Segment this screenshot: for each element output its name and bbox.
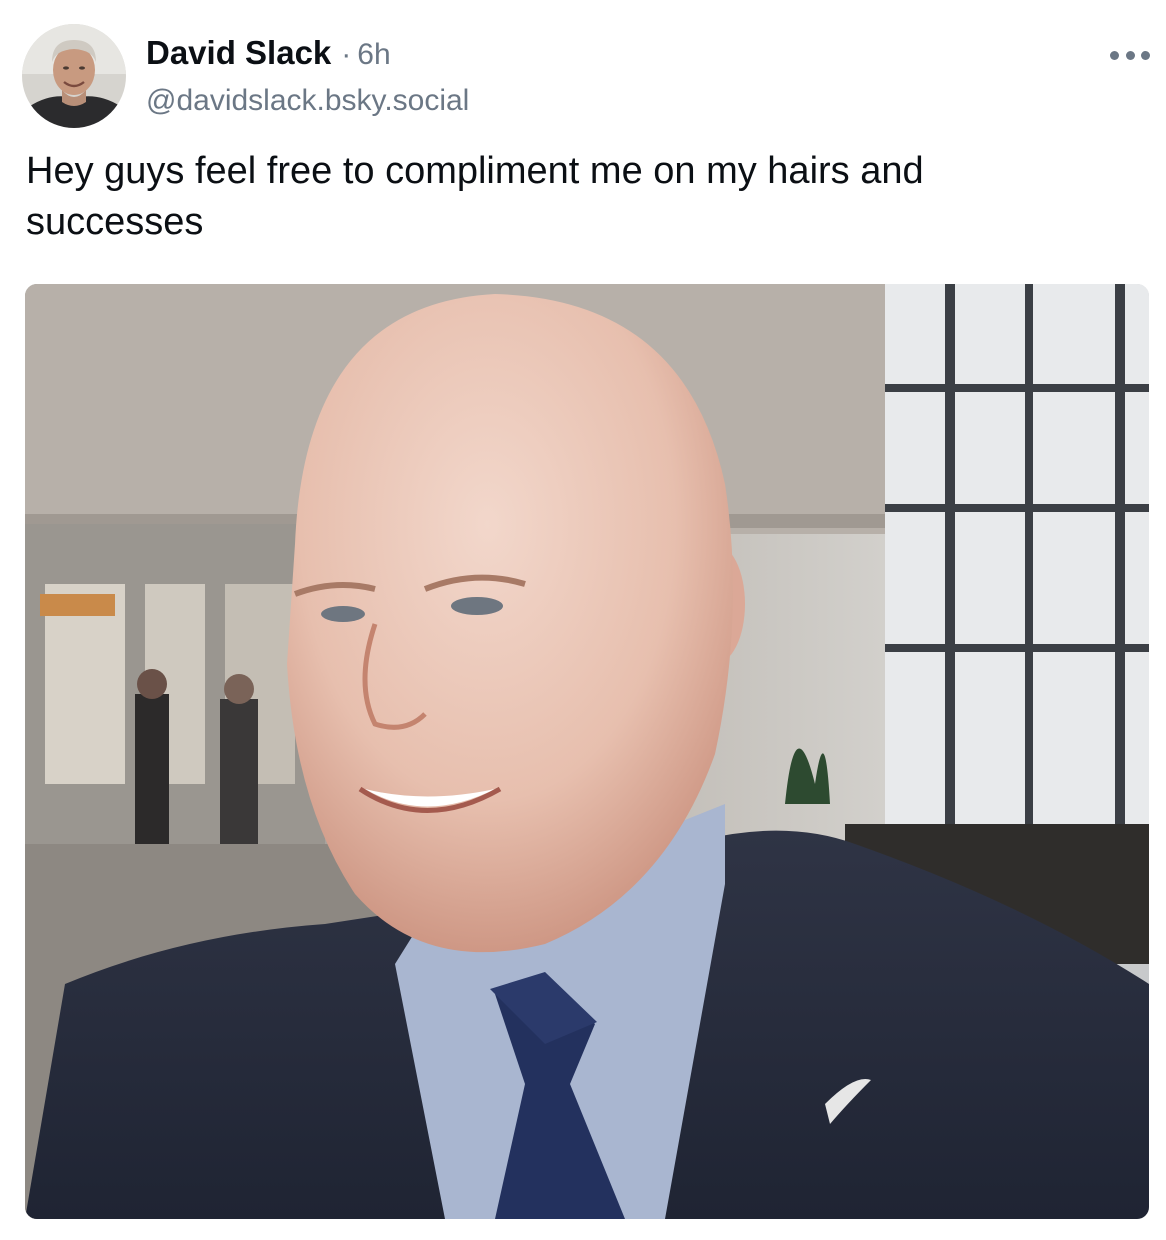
menu-dot	[1110, 50, 1119, 60]
more-horizontal-icon[interactable]	[1110, 40, 1150, 70]
author-handle[interactable]: @davidslack.bsky.social	[146, 84, 1056, 118]
post-image[interactable]	[25, 284, 1149, 1219]
post-card: David Slack · 6h @davidslack.bsky.social…	[0, 0, 1166, 1240]
author-name-row: David Slack · 6h	[146, 34, 1056, 72]
menu-dot	[1141, 50, 1150, 60]
author-display-name[interactable]: David Slack	[146, 34, 331, 72]
post-header: David Slack · 6h @davidslack.bsky.social	[146, 34, 1056, 118]
author-avatar[interactable]	[22, 24, 126, 128]
post-timestamp[interactable]: 6h	[357, 38, 390, 72]
post-text: Hey guys feel free to compliment me on m…	[26, 150, 924, 243]
menu-dot	[1125, 50, 1135, 60]
meta-separator: ·	[341, 38, 352, 71]
